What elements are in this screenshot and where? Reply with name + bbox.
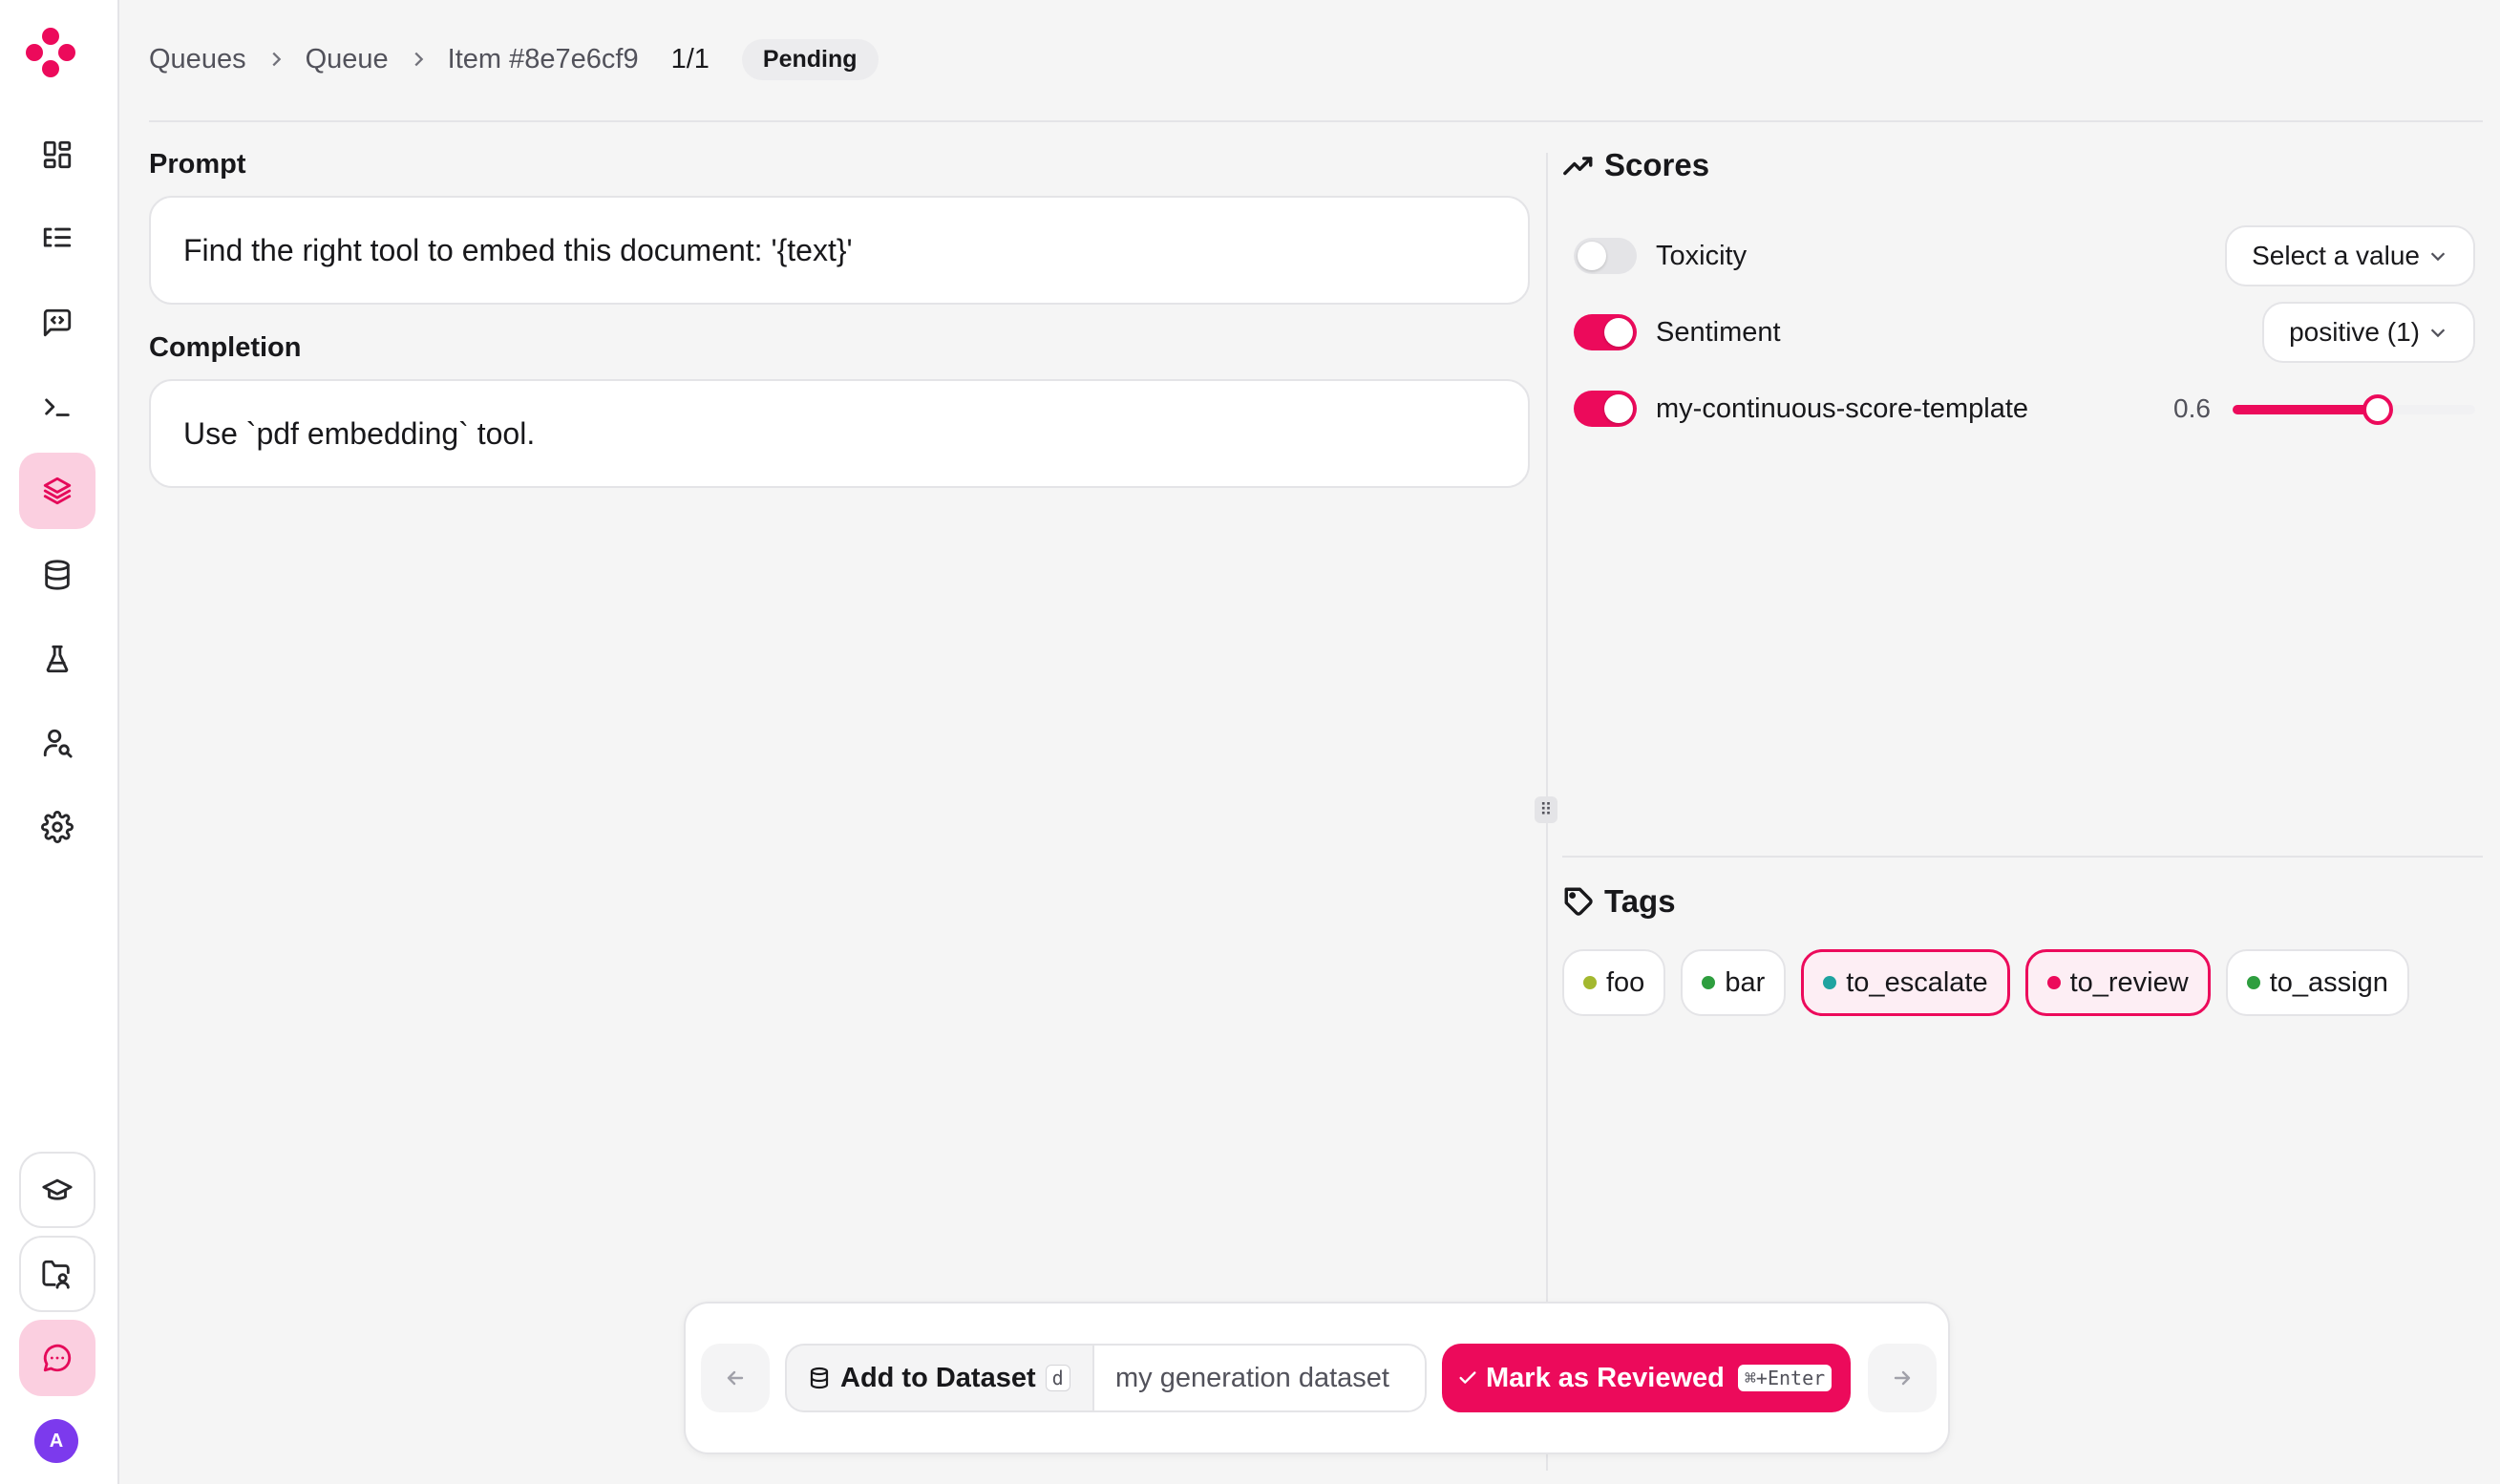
- chat-support-icon[interactable]: [19, 1320, 95, 1396]
- score-name: Sentiment: [1656, 316, 1781, 348]
- slider-thumb[interactable]: [2362, 394, 2394, 425]
- slider-value: 0.6: [2173, 393, 2211, 423]
- tag-to-review[interactable]: to_review: [2024, 949, 2211, 1016]
- score-name: Toxicity: [1656, 240, 1748, 271]
- tag-bar[interactable]: bar: [1681, 949, 1787, 1016]
- tag-color-dot: [1583, 976, 1597, 989]
- breadcrumb: Queues Queue Item #8e7e6cf9 1/1 Pending: [149, 36, 879, 82]
- arrow-left-icon: [727, 1370, 744, 1386]
- tags-header: Tags: [1562, 883, 1676, 920]
- tag-label: foo: [1606, 966, 1645, 998]
- arrow-right-icon: [1894, 1370, 1911, 1386]
- flask-icon[interactable]: [19, 621, 95, 697]
- tag-color-dot: [1702, 976, 1716, 989]
- app-logo[interactable]: [25, 27, 76, 78]
- score-row-sentiment: Sentiment positive (1): [1574, 301, 2475, 364]
- dashboard-icon[interactable]: [19, 117, 95, 193]
- chevron-down-icon: [2430, 329, 2446, 338]
- next-item-button[interactable]: [1868, 1344, 1937, 1412]
- graduation-cap-icon[interactable]: [19, 1152, 95, 1228]
- prompt-label: Prompt: [149, 149, 246, 180]
- score-row-toxicity: Toxicity Select a value: [1574, 224, 2475, 287]
- mark-reviewed-label: Mark as Reviewed: [1486, 1362, 1725, 1393]
- breadcrumb-queue[interactable]: Queue: [306, 44, 389, 75]
- tag-label: to_escalate: [1846, 966, 1988, 998]
- tag-color-dot: [1823, 976, 1837, 989]
- dataset-select[interactable]: my generation dataset: [1092, 1344, 1427, 1412]
- chevron-right-icon: [246, 49, 306, 70]
- prompt-text: Find the right tool to embed this docume…: [149, 196, 1530, 305]
- feedback-icon[interactable]: [19, 285, 95, 361]
- breadcrumb-item: Item #8e7e6cf9: [447, 43, 639, 74]
- status-badge: Pending: [741, 38, 879, 80]
- database-icon[interactable]: [19, 537, 95, 613]
- user-search-icon[interactable]: [19, 705, 95, 781]
- folder-user-icon[interactable]: [19, 1236, 95, 1312]
- resize-handle-icon[interactable]: ⠿: [1535, 796, 1557, 823]
- select-value: Select a value: [2252, 241, 2420, 270]
- terminal-icon[interactable]: [19, 369, 95, 445]
- shortcut-hint: ⌘+Enter: [1737, 1365, 1833, 1391]
- annotation-queues-icon[interactable]: [19, 453, 95, 529]
- previous-item-button[interactable]: [701, 1344, 770, 1412]
- tag-foo[interactable]: foo: [1562, 949, 1666, 1016]
- tag-to-assign[interactable]: to_assign: [2225, 949, 2409, 1016]
- tag-list: foo bar to_escalate to_review to_assign: [1562, 949, 2409, 1016]
- section-divider: [1562, 856, 2483, 858]
- tag-to-escalate[interactable]: to_escalate: [1801, 949, 2010, 1016]
- add-to-dataset-label: Add to Dataset: [840, 1362, 1036, 1393]
- sentiment-select[interactable]: positive (1): [2262, 302, 2475, 363]
- tag-color-dot: [2046, 976, 2061, 989]
- select-value: positive (1): [2289, 317, 2420, 347]
- traces-icon[interactable]: [19, 201, 95, 277]
- tag-color-dot: [2246, 976, 2260, 989]
- toxicity-toggle[interactable]: [1574, 238, 1637, 274]
- score-slider[interactable]: [2233, 394, 2475, 425]
- chevron-right-icon: [389, 49, 448, 70]
- breadcrumb-queues[interactable]: Queues: [149, 44, 246, 75]
- header-divider: [149, 120, 2483, 122]
- scores-header: Scores: [1562, 147, 1709, 183]
- database-icon: [810, 1367, 829, 1389]
- tag-label: bar: [1725, 966, 1766, 998]
- user-avatar[interactable]: A: [34, 1419, 78, 1463]
- tag-icon: [1564, 887, 1593, 916]
- toxicity-select[interactable]: Select a value: [2225, 225, 2475, 286]
- continuous-score-toggle[interactable]: [1574, 391, 1637, 427]
- slider-fill: [2233, 405, 2379, 414]
- score-name: my-continuous-score-template: [1656, 392, 2029, 424]
- chevron-down-icon: [2430, 252, 2446, 262]
- scores-title: Scores: [1604, 147, 1710, 182]
- item-counter: 1/1: [670, 43, 710, 74]
- add-to-dataset-button[interactable]: Add to Dataset d: [785, 1344, 1092, 1412]
- settings-gear-icon[interactable]: [19, 789, 95, 865]
- tag-label: to_assign: [2269, 966, 2388, 998]
- tags-title: Tags: [1604, 883, 1676, 919]
- tag-label: to_review: [2069, 966, 2189, 998]
- trending-up-icon: [1563, 157, 1593, 176]
- completion-text: Use `pdf embedding` tool.: [149, 379, 1530, 488]
- completion-label: Completion: [149, 332, 302, 363]
- score-row-continuous: my-continuous-score-template 0.6: [1574, 377, 2475, 440]
- check-icon: [1459, 1371, 1476, 1384]
- action-bar: Add to Dataset d my generation dataset M…: [684, 1302, 1950, 1454]
- sidebar: A: [0, 0, 119, 1484]
- shortcut-hint: d: [1045, 1365, 1070, 1391]
- sentiment-toggle[interactable]: [1574, 314, 1637, 350]
- mark-as-reviewed-button[interactable]: Mark as Reviewed ⌘+Enter: [1442, 1344, 1851, 1412]
